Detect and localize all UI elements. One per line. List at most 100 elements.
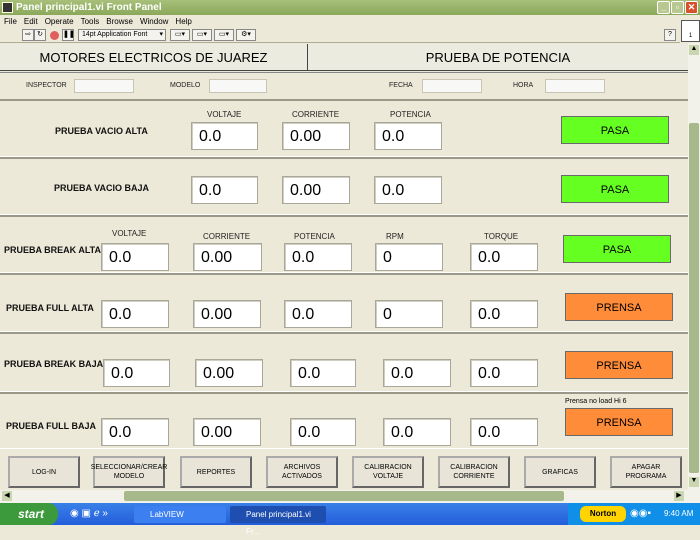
scroll-left-icon[interactable]: ◀ bbox=[2, 491, 12, 501]
torque-value: 0.0 bbox=[470, 418, 538, 446]
row-label: PRUEBA FULL ALTA bbox=[6, 303, 94, 313]
menu-browse[interactable]: Browse bbox=[106, 17, 133, 26]
taskbar-item-label: Panel principal1.vi Fr... bbox=[246, 510, 311, 536]
scroll-right-icon[interactable]: ▶ bbox=[674, 491, 684, 501]
potencia-value: 0.0 bbox=[290, 359, 356, 387]
potencia-label: POTENCIA bbox=[390, 110, 431, 119]
connector-pane-icon[interactable]: 1 bbox=[681, 20, 700, 42]
torque-label: TORQUE bbox=[484, 232, 519, 241]
menu-bar: File Edit Operate Tools Browse Window Help bbox=[0, 15, 700, 28]
rpm-value: 0.0 bbox=[383, 359, 451, 387]
voltaje-label: VOLTAJE bbox=[207, 110, 242, 119]
taskbar-item-label: LabVIEW bbox=[150, 510, 184, 519]
menu-operate[interactable]: Operate bbox=[45, 17, 74, 26]
rpm-value: 0 bbox=[375, 243, 443, 271]
horizontal-scroll-thumb[interactable] bbox=[124, 491, 564, 501]
row-label: PRUEBA BREAK BAJA bbox=[4, 359, 104, 369]
hora-label: HORA bbox=[513, 82, 534, 89]
corriente-value: 0.00 bbox=[195, 359, 263, 387]
graphs-button[interactable]: GRAFICAS bbox=[524, 456, 596, 488]
status-indicator: PRENSA bbox=[565, 408, 673, 436]
modelo-label: MODELO bbox=[170, 82, 201, 89]
row-vacio-alta: PRUEBA VACIO ALTA VOLTAJE CORRIENTE POTE… bbox=[0, 99, 688, 157]
status-indicator: PASA bbox=[563, 235, 671, 263]
scroll-up-icon[interactable]: ▲ bbox=[689, 45, 699, 55]
run-arrow-icon[interactable]: ⇨ bbox=[22, 29, 34, 41]
vertical-scroll-thumb[interactable] bbox=[689, 123, 699, 473]
abort-icon[interactable] bbox=[50, 31, 59, 40]
corriente-value: 0.00 bbox=[193, 243, 262, 271]
taskbar-item-panel[interactable]: Panel principal1.vi Fr... bbox=[230, 506, 326, 536]
menu-edit[interactable]: Edit bbox=[24, 17, 38, 26]
distribute-icon[interactable]: ▭▾ bbox=[192, 29, 212, 41]
potencia-value: 0.0 bbox=[374, 122, 442, 150]
window-title: Panel principal1.vi Front Panel bbox=[16, 2, 162, 13]
corriente-value: 0.00 bbox=[282, 122, 350, 150]
corriente-value: 0.00 bbox=[282, 176, 350, 204]
quick-launch-icons[interactable]: ◉ ▣ ℯ » bbox=[70, 508, 108, 519]
row-label: PRUEBA VACIO BAJA bbox=[54, 183, 150, 193]
taskbar: start ◉ ▣ ℯ » LabVIEW Panel principal1.v… bbox=[0, 503, 700, 536]
horizontal-scrollbar[interactable]: ◀ ▶ bbox=[0, 490, 700, 503]
voltaje-label: VOLTAJE bbox=[112, 229, 147, 238]
inspector-label: INSPECTOR bbox=[26, 82, 67, 89]
corriente-label: CORRIENTE bbox=[203, 232, 251, 241]
corriente-value: 0.00 bbox=[193, 418, 261, 446]
potencia-value: 0.0 bbox=[374, 176, 442, 204]
font-select[interactable]: 14pt Application Font ▾ bbox=[78, 29, 166, 41]
modelo-input[interactable] bbox=[209, 79, 267, 93]
close-button[interactable]: ✕ bbox=[685, 1, 698, 14]
font-select-value: 14pt Application Font bbox=[82, 31, 148, 38]
corriente-value: 0.00 bbox=[193, 300, 261, 328]
menu-file[interactable]: File bbox=[4, 17, 17, 26]
pause-icon[interactable]: ❚❚ bbox=[62, 29, 75, 41]
vertical-scrollbar[interactable]: ▲ ▼ bbox=[688, 43, 700, 490]
hora-input[interactable] bbox=[545, 79, 605, 93]
start-button[interactable]: start bbox=[0, 503, 58, 525]
menu-help[interactable]: Help bbox=[175, 17, 191, 26]
potencia-label: POTENCIA bbox=[294, 232, 335, 241]
row-full-baja: PRUEBA FULL BAJA Prensa no load Hi 6 0.0… bbox=[0, 392, 688, 449]
scroll-down-icon[interactable]: ▼ bbox=[689, 477, 699, 487]
calibrate-current-button[interactable]: CALIBRACION CORRIENTE bbox=[438, 456, 510, 488]
potencia-value: 0.0 bbox=[290, 418, 356, 446]
inspector-input[interactable] bbox=[74, 79, 134, 93]
tray-icons[interactable]: ◉◉▪ bbox=[630, 508, 651, 519]
rpm-value: 0 bbox=[375, 300, 443, 328]
menu-window[interactable]: Window bbox=[140, 17, 168, 26]
voltaje-value: 0.0 bbox=[191, 176, 258, 204]
rpm-value: 0.0 bbox=[383, 418, 451, 446]
taskbar-item-labview[interactable]: LabVIEW bbox=[134, 506, 226, 523]
norton-badge[interactable]: Norton bbox=[580, 506, 626, 522]
potencia-value: 0.0 bbox=[284, 300, 352, 328]
status-indicator: PASA bbox=[561, 175, 669, 203]
fecha-input[interactable] bbox=[422, 79, 482, 93]
reorder-icon[interactable]: ⚙▾ bbox=[236, 29, 256, 41]
resize-icon[interactable]: ▭▾ bbox=[214, 29, 234, 41]
title-bar: Panel principal1.vi Front Panel _ ▫ ✕ bbox=[0, 0, 700, 15]
calibrate-voltage-button[interactable]: CALIBRACION VOLTAJE bbox=[352, 456, 424, 488]
help-icon[interactable]: ? bbox=[664, 29, 676, 41]
torque-value: 0.0 bbox=[470, 243, 538, 271]
minimize-button[interactable]: _ bbox=[657, 1, 670, 14]
start-label: start bbox=[18, 507, 45, 521]
reports-button[interactable]: REPORTES bbox=[180, 456, 252, 488]
labview-icon bbox=[2, 2, 13, 13]
voltaje-value: 0.0 bbox=[103, 359, 170, 387]
toolbar: ⇨ ↻ ❚❚ 14pt Application Font ▾ ▭▾ ▭▾ ▭▾ ⚙… bbox=[0, 28, 680, 43]
archives-button[interactable]: ARCHIVOS ACTIVADOS bbox=[266, 456, 338, 488]
menu-tools[interactable]: Tools bbox=[81, 17, 100, 26]
run-continuous-icon[interactable]: ↻ bbox=[34, 29, 46, 41]
row-break-baja: PRUEBA BREAK BAJA 0.0 0.00 0.0 0.0 0.0 P… bbox=[0, 332, 688, 392]
select-model-button[interactable]: SELECCIONAR/CREAR MODELO bbox=[91, 456, 167, 488]
row-label: PRUEBA VACIO ALTA bbox=[55, 126, 148, 136]
voltaje-value: 0.0 bbox=[191, 122, 258, 150]
company-header: MOTORES ELECTRICOS DE JUAREZ bbox=[0, 44, 308, 71]
row-break-alta: PRUEBA BREAK ALTA VOLTAJE CORRIENTE POTE… bbox=[0, 215, 688, 273]
shutdown-button[interactable]: APAGAR PROGRAMA bbox=[610, 456, 682, 488]
restore-button[interactable]: ▫ bbox=[671, 1, 684, 14]
login-button[interactable]: LOG-IN bbox=[8, 456, 80, 488]
align-icon[interactable]: ▭▾ bbox=[170, 29, 190, 41]
corriente-label: CORRIENTE bbox=[292, 110, 340, 119]
voltaje-value: 0.0 bbox=[101, 243, 169, 271]
